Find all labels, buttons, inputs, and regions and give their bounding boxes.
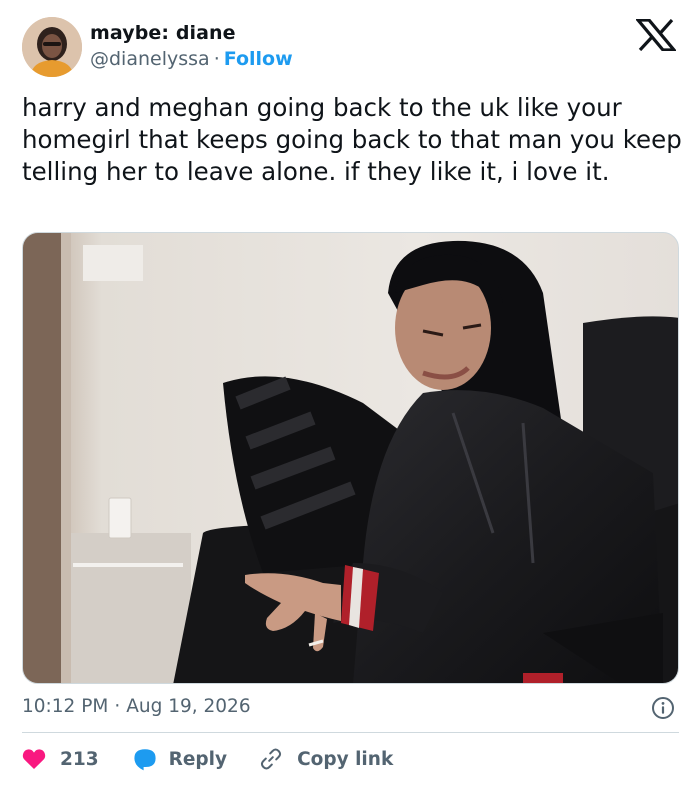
speech-bubble-icon (134, 749, 156, 771)
like-button[interactable]: 213 (22, 748, 99, 770)
heart-icon (22, 749, 46, 769)
tweet-card: maybe: diane @dianelyssa · Follow harry an… (0, 0, 700, 785)
author-display-name[interactable]: maybe: diane (90, 22, 236, 44)
author-handle[interactable]: @dianelyssa (90, 48, 210, 70)
copy-link-label: Copy link (297, 748, 394, 770)
tweet-media[interactable] (22, 232, 679, 684)
tweet-date: Aug 19, 2026 (126, 696, 251, 717)
x-logo-icon[interactable] (636, 19, 676, 51)
avatar[interactable] (22, 17, 82, 77)
reply-button[interactable]: Reply (133, 747, 227, 771)
action-bar: 213 Reply Copy link (22, 744, 393, 774)
timestamp-separator: · (114, 696, 121, 717)
follow-button[interactable]: Follow (224, 48, 293, 70)
divider (22, 732, 679, 733)
handle-separator: · (213, 48, 220, 70)
tweet-timestamp[interactable]: 10:12 PM · Aug 19, 2026 (22, 696, 251, 717)
avatar-image (22, 17, 82, 77)
info-icon[interactable] (651, 696, 675, 720)
copy-link-button[interactable]: Copy link (259, 747, 393, 771)
media-photo (23, 233, 678, 683)
link-icon (260, 748, 282, 770)
tweet-time: 10:12 PM (22, 696, 109, 717)
author-handle-row: @dianelyssa · Follow (90, 48, 293, 70)
reply-label: Reply (168, 748, 228, 770)
like-count: 213 (60, 748, 99, 770)
tweet-text: harry and meghan going back to the uk li… (22, 93, 682, 186)
